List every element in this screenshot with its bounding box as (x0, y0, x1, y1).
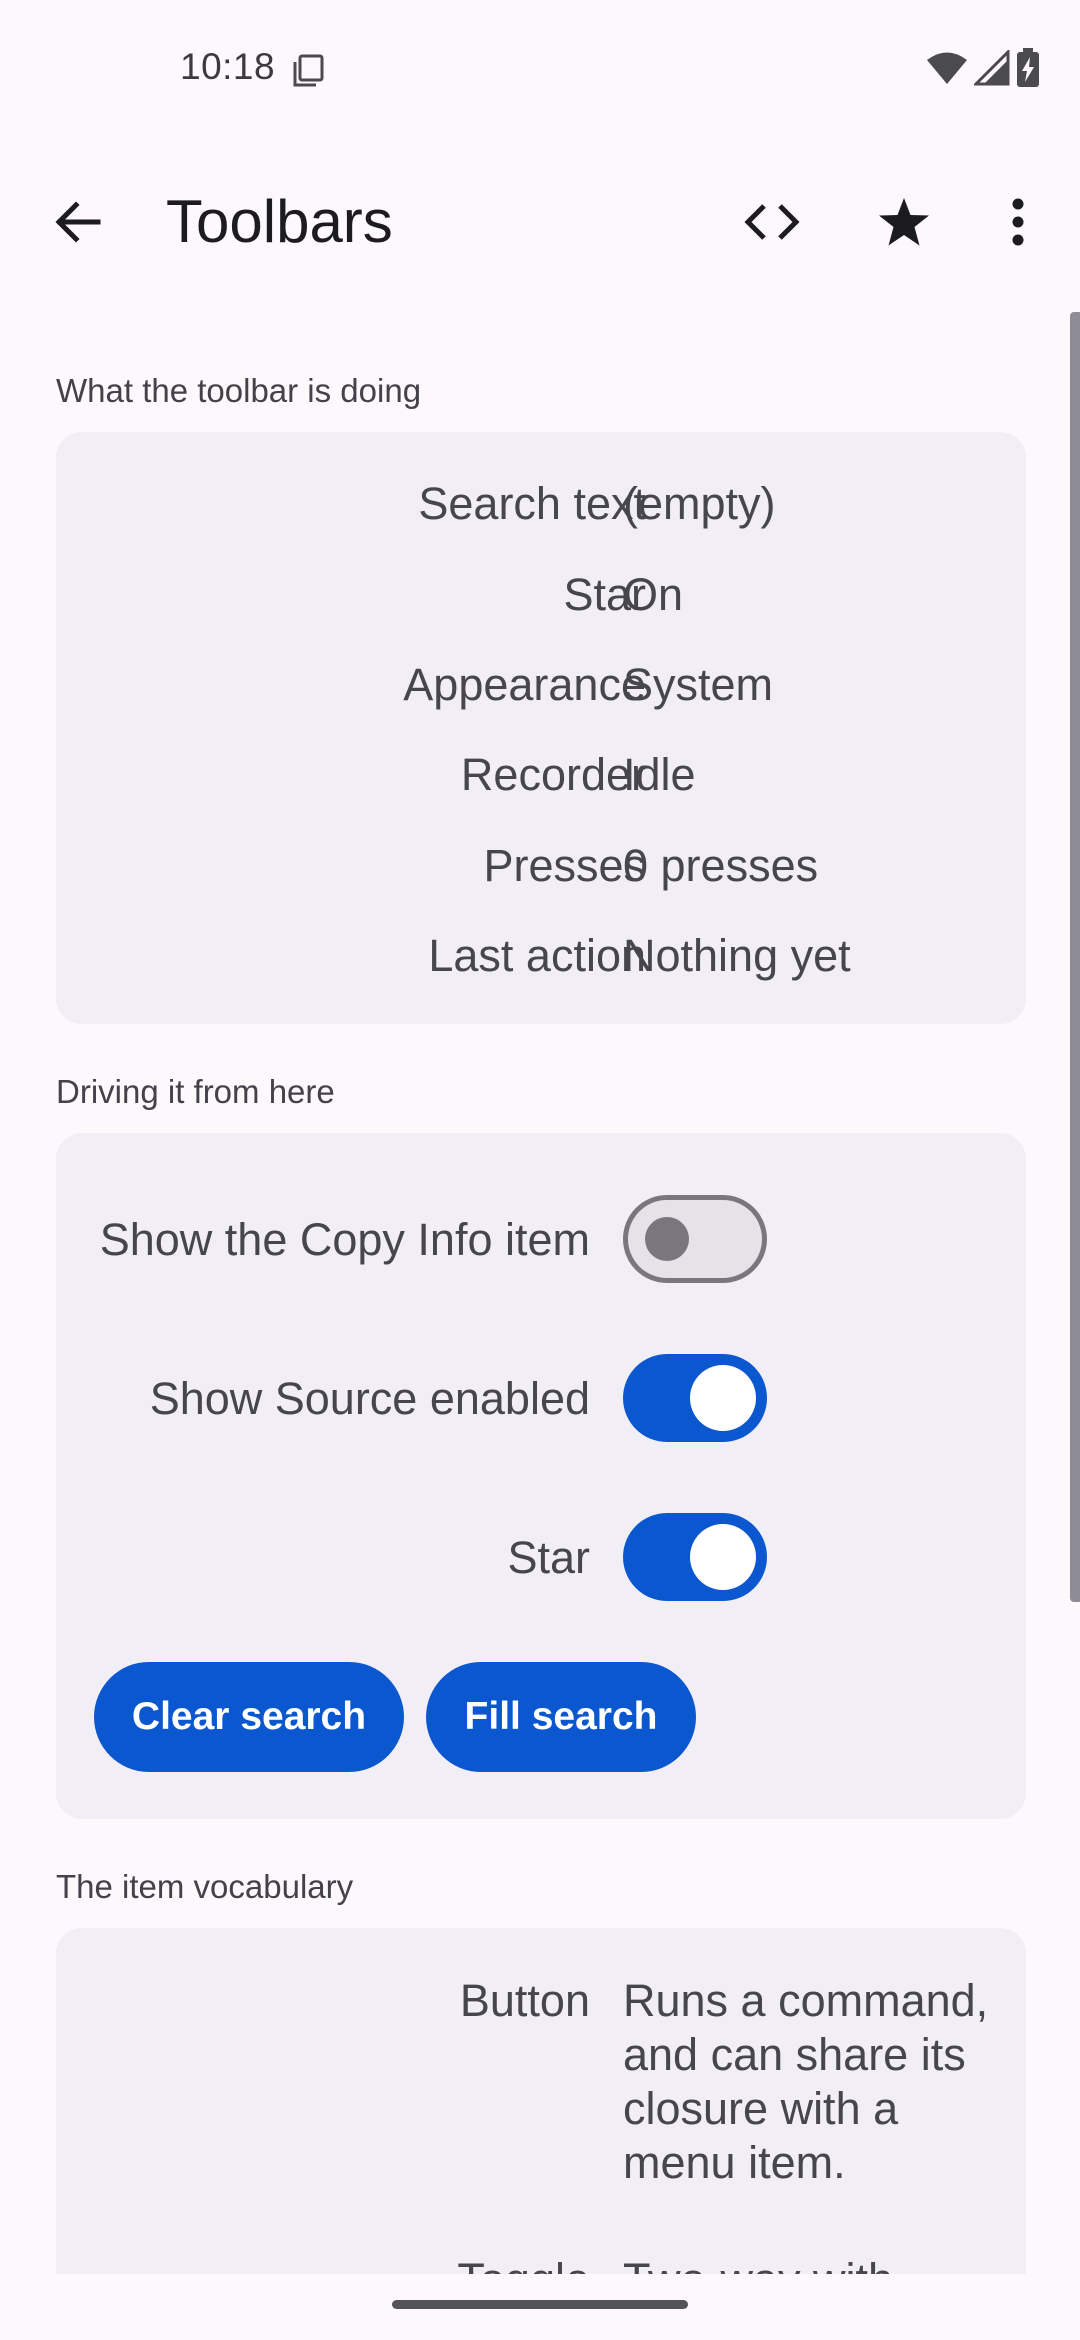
fill-search-button[interactable]: Fill search (426, 1662, 696, 1772)
battery-charging-icon (1016, 48, 1040, 93)
vocab-section-label: The item vocabulary (56, 1868, 354, 1905)
copy-info-switch-row: Show the Copy Info item (56, 1195, 1026, 1285)
more-vert-icon (1011, 198, 1025, 251)
status-key: Last action (428, 930, 646, 981)
status-indicators (926, 48, 1040, 93)
status-key: Presses (483, 840, 646, 891)
top-app-bar: Toolbars (0, 160, 1080, 288)
copy-info-switch[interactable] (623, 1195, 767, 1283)
vocab-description: Runs a command, and can share its closur… (623, 1975, 989, 2188)
arrow-back-icon (54, 200, 102, 248)
wifi-icon (926, 51, 968, 90)
vocab-key: Toggle (457, 2253, 590, 2274)
status-card: Search text (empty) Star On Appearance S… (56, 432, 1026, 1024)
controls-card: Show the Copy Info item Show Source enab… (56, 1133, 1026, 1819)
status-value: (empty) (623, 478, 776, 529)
status-value: On (623, 569, 684, 620)
status-value: Nothing yet (623, 930, 851, 981)
status-row: Star On (56, 560, 1026, 630)
star-switch[interactable] (623, 1513, 767, 1601)
overflow-menu-button[interactable] (978, 184, 1058, 264)
status-key: Recorder (460, 749, 646, 800)
status-value: 0 presses (623, 840, 819, 891)
code-icon (744, 202, 800, 247)
status-row: Appearance System (56, 650, 1026, 720)
star-switch-row: Star (56, 1513, 1026, 1603)
status-row: Recorder Idle (56, 740, 1026, 810)
status-key: Appearance (403, 659, 646, 710)
clipboard-notification-icon (292, 54, 324, 88)
status-row: Last action Nothing yet (56, 921, 1026, 991)
vocab-key: Button (459, 1975, 590, 2026)
status-section-label: What the toolbar is doing (56, 372, 422, 409)
switch-knob (690, 1524, 756, 1590)
status-row: Presses 0 presses (56, 831, 1026, 901)
show-source-switch-row: Show Source enabled (56, 1354, 1026, 1444)
back-button[interactable] (38, 188, 118, 260)
page-title: Toolbars (166, 188, 393, 255)
status-value: Idle (623, 749, 696, 800)
status-row: Search text (empty) (56, 469, 1026, 539)
switch-label: Show the Copy Info item (99, 1214, 590, 1265)
star-button[interactable] (864, 184, 944, 264)
switch-knob (690, 1365, 756, 1431)
view-source-button[interactable] (732, 184, 812, 264)
screen-content: 10:18 Toolbars What the toolbar is doing… (0, 0, 1080, 2274)
vocab-card: Button Runs a command, and can share its… (56, 1928, 1026, 2274)
switch-knob (645, 1217, 689, 1261)
status-time: 10:18 (180, 46, 276, 87)
star-icon (878, 197, 930, 252)
switch-label: Show Source enabled (149, 1373, 590, 1424)
controls-section-label: Driving it from here (56, 1073, 335, 1110)
status-value: System (623, 659, 774, 710)
status-key: Search text (418, 478, 646, 529)
clear-search-button[interactable]: Clear search (94, 1662, 404, 1772)
switch-label: Star (507, 1532, 590, 1583)
status-bar: 10:18 (0, 0, 1080, 140)
gesture-nav-handle[interactable] (392, 2300, 688, 2309)
scrollbar[interactable] (1070, 312, 1080, 1602)
show-source-switch[interactable] (623, 1354, 767, 1442)
vocab-description: Two-way with (623, 2253, 1013, 2274)
signal-icon (972, 48, 1010, 91)
